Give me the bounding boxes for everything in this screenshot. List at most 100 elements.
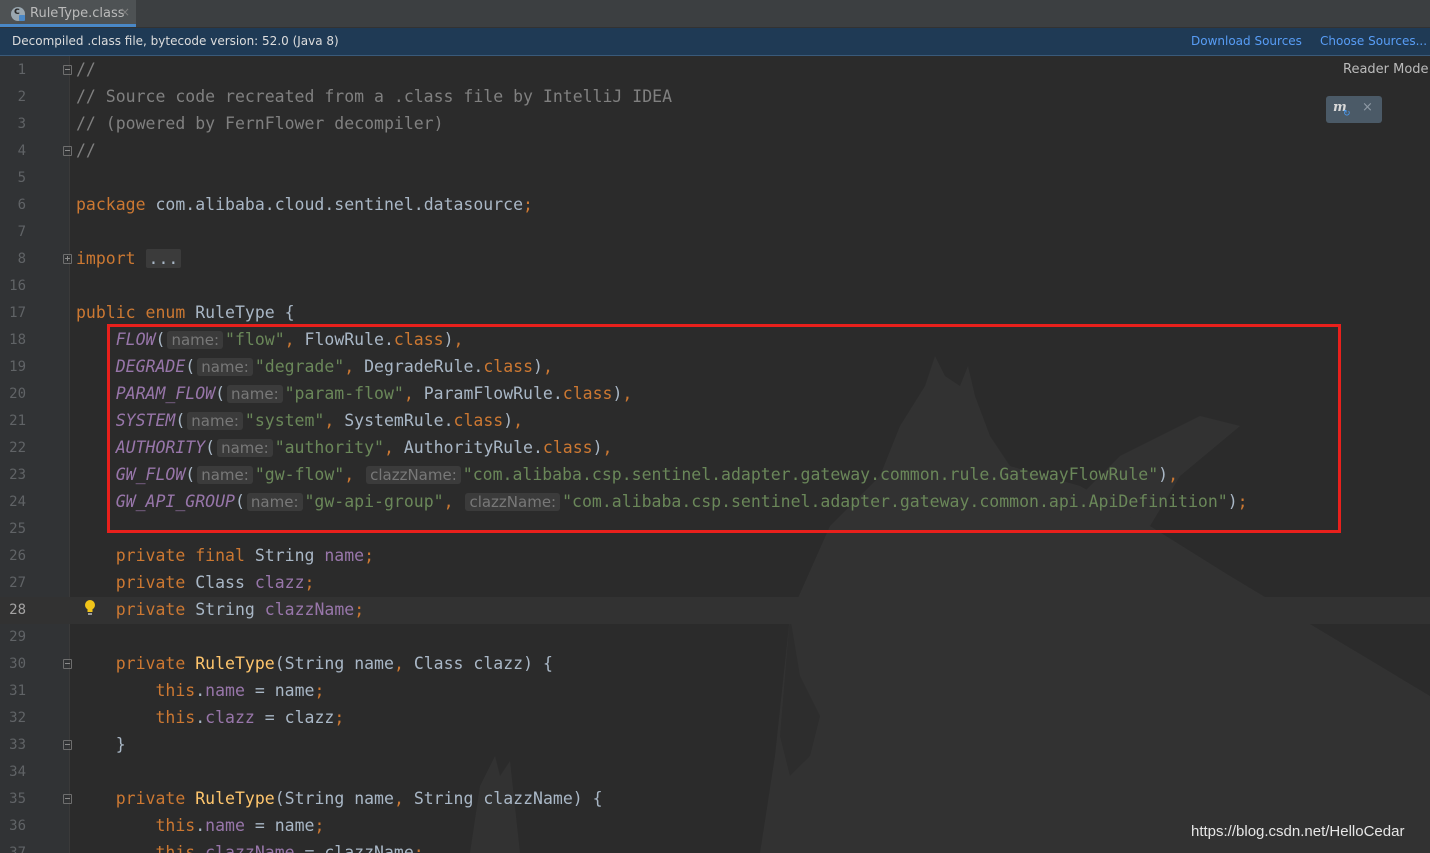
- code-line[interactable]: 28 private String clazzName;: [0, 597, 1430, 624]
- code-line[interactable]: 21 SYSTEM(name: "system", SystemRule.clas…: [0, 408, 1430, 435]
- code-line[interactable]: 23 GW_FLOW(name: "gw-flow", clazzName: "co…: [0, 462, 1430, 489]
- fold-expand-icon[interactable]: [63, 254, 72, 264]
- choose-sources-link[interactable]: Choose Sources...: [1320, 34, 1427, 48]
- code-line[interactable]: 8 import ...: [0, 246, 1430, 273]
- code-token: (String name: [274, 789, 394, 808]
- code-text: private final String name;: [76, 546, 374, 565]
- line-number: 31: [9, 683, 26, 699]
- code-token: ,: [344, 357, 365, 376]
- code-line[interactable]: 25: [0, 516, 1430, 543]
- lightbulb-icon[interactable]: [84, 599, 96, 617]
- code-token: "gw-flow": [254, 465, 345, 484]
- code-token: ;: [314, 681, 325, 700]
- code-token: "com.alibaba.csp.sentinel.adapter.gatewa…: [562, 492, 1228, 511]
- code-token: private: [115, 789, 196, 808]
- code-token: ): [612, 384, 623, 403]
- line-number: 7: [17, 224, 26, 240]
- close-icon[interactable]: ×: [1362, 100, 1373, 115]
- code-editor[interactable]: 1 // 2 // Source code recreated from a .cla…: [0, 56, 1430, 853]
- code-token: (: [205, 438, 216, 457]
- line-number: 5: [17, 170, 26, 186]
- line-number: 4: [17, 143, 26, 159]
- code-text: private Class clazz;: [76, 573, 315, 592]
- code-line[interactable]: 26 private final String name;: [0, 543, 1430, 570]
- code-token: this: [155, 843, 196, 853]
- code-line[interactable]: 5: [0, 165, 1430, 192]
- code-line[interactable]: 19 DEGRADE(name: "degrade", DegradeRule.c…: [0, 354, 1430, 381]
- fold-collapse-icon[interactable]: [63, 740, 72, 750]
- code-line[interactable]: 6 package com.alibaba.cloud.sentinel.data…: [0, 192, 1430, 219]
- code-token: class: [542, 438, 593, 457]
- code-line[interactable]: 30 private RuleType(String name, Class c…: [0, 651, 1430, 678]
- code-text: GW_API_GROUP(name: "gw-api-group", clazzN…: [76, 492, 1248, 511]
- line-number: 2: [17, 89, 26, 105]
- code-token: (: [234, 492, 245, 511]
- code-token: String clazzName) {: [413, 789, 603, 808]
- code-token: String: [254, 546, 325, 565]
- code-line[interactable]: 22 AUTHORITY(name: "authority", Authority…: [0, 435, 1430, 462]
- folded-imports[interactable]: ...: [145, 249, 182, 268]
- code-token: (String name: [274, 654, 394, 673]
- reader-mode-button[interactable]: Reader Mode: [1343, 62, 1429, 77]
- banner-message: Decompiled .class file, bytecode version…: [12, 34, 339, 48]
- code-text: SYSTEM(name: "system", SystemRule.class),: [76, 411, 523, 430]
- line-number: 18: [9, 332, 26, 348]
- code-line[interactable]: 20 PARAM_FLOW(name: "param-flow", ParamFl…: [0, 381, 1430, 408]
- fold-collapse-icon[interactable]: [63, 65, 72, 75]
- code-line[interactable]: 34: [0, 759, 1430, 786]
- code-token: class: [483, 357, 533, 376]
- code-line[interactable]: 1 //: [0, 57, 1430, 84]
- code-text: this.name = name;: [76, 681, 324, 700]
- line-number: 3: [17, 116, 26, 132]
- tab-close-icon[interactable]: ×: [120, 5, 130, 19]
- code-token: FlowRule.: [304, 330, 394, 349]
- code-token: = name: [244, 816, 315, 835]
- code-token: public enum: [76, 303, 196, 322]
- fold-collapse-icon[interactable]: [63, 794, 72, 804]
- code-token: // (powered by FernFlower decompiler): [76, 114, 444, 133]
- maven-reload-widget[interactable]: m ↻ ×: [1326, 96, 1382, 123]
- code-text: FLOW(name: "flow", FlowRule.class),: [76, 330, 463, 349]
- download-sources-link[interactable]: Download Sources: [1191, 34, 1302, 48]
- fold-collapse-icon[interactable]: [63, 146, 72, 156]
- line-number: 34: [9, 764, 26, 780]
- code-line[interactable]: 32 this.clazz = clazz;: [0, 705, 1430, 732]
- fold-collapse-icon[interactable]: [63, 659, 72, 669]
- code-line[interactable]: 27 private Class clazz;: [0, 570, 1430, 597]
- code-token: name: [205, 681, 245, 700]
- code-token: = clazz: [254, 708, 335, 727]
- code-token: "authority": [274, 438, 384, 457]
- parameter-hint: name:: [187, 412, 243, 430]
- code-line[interactable]: 31 this.name = name;: [0, 678, 1430, 705]
- code-line[interactable]: 4 //: [0, 138, 1430, 165]
- code-line[interactable]: 29: [0, 624, 1430, 651]
- code-line[interactable]: 33 }: [0, 732, 1430, 759]
- code-text: DEGRADE(name: "degrade", DegradeRule.clas…: [76, 357, 553, 376]
- code-line[interactable]: 2 // Source code recreated from a .class …: [0, 84, 1430, 111]
- code-line[interactable]: 7: [0, 219, 1430, 246]
- line-number: 30: [9, 656, 26, 672]
- tab-ruletype-class[interactable]: c RuleType.class ×: [0, 0, 136, 27]
- line-number: 17: [9, 305, 26, 321]
- code-line[interactable]: 18 FLOW(name: "flow", FlowRule.class),: [0, 327, 1430, 354]
- code-line[interactable]: 16: [0, 273, 1430, 300]
- code-token: .: [195, 816, 206, 835]
- code-line[interactable]: 35 private RuleType(String name, String …: [0, 786, 1430, 813]
- code-text: // (powered by FernFlower decompiler): [76, 114, 444, 133]
- code-line[interactable]: 37 this.clazzName = clazzName;: [0, 840, 1430, 853]
- code-text: AUTHORITY(name: "authority", AuthorityRul…: [76, 438, 612, 457]
- code-text: this.name = name;: [76, 816, 324, 835]
- code-line[interactable]: 17 public enum RuleType {: [0, 300, 1430, 327]
- code-line[interactable]: 24 GW_API_GROUP(name: "gw-api-group", cla…: [0, 489, 1430, 516]
- code-token: RuleType: [195, 654, 275, 673]
- code-line[interactable]: 3 // (powered by FernFlower decompiler): [0, 111, 1430, 138]
- code-token: class: [453, 411, 504, 430]
- code-text: public enum RuleType {: [76, 303, 295, 322]
- code-token: ;: [523, 195, 533, 214]
- code-token: Class clazz) {: [413, 654, 553, 673]
